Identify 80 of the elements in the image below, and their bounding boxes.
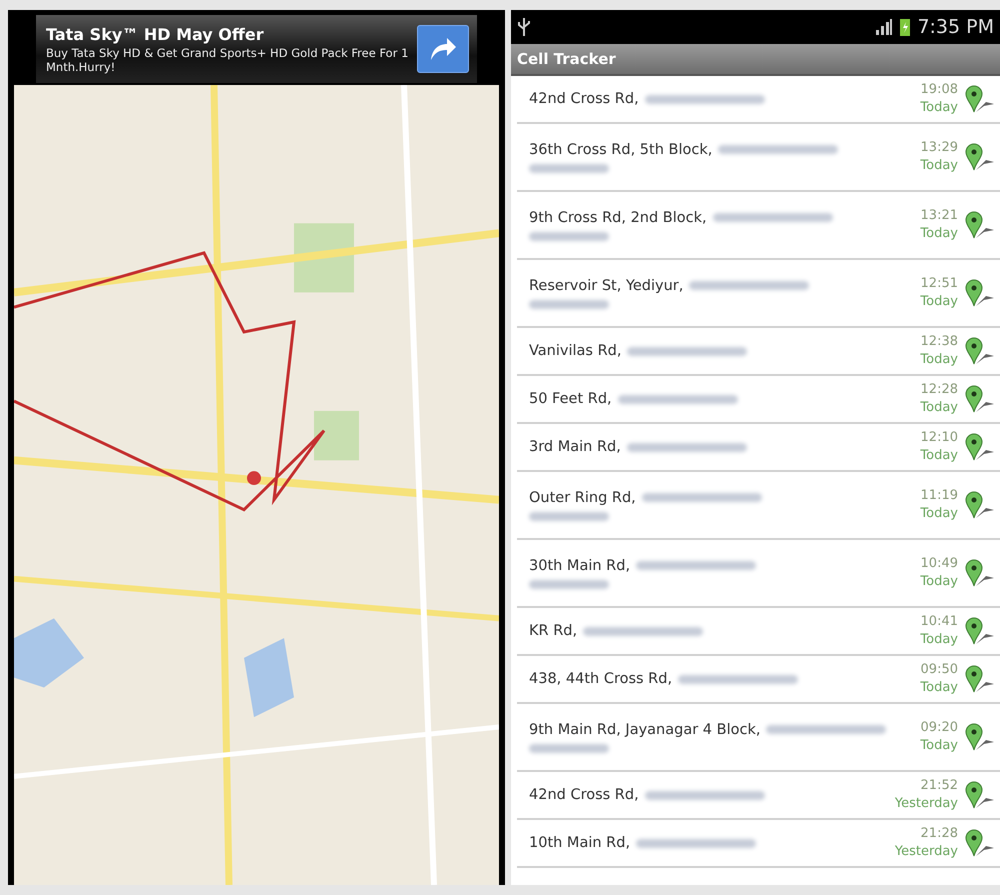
day-text: Today [920,225,958,243]
day-text: Yesterday [894,843,958,861]
address-text: Reservoir St, Yediyur, [529,278,684,294]
address-text: 42nd Cross Rd, [529,787,639,803]
location-row[interactable]: 42nd Cross Rd, 19:08 Today [517,76,1000,124]
usb-icon [517,17,531,37]
address-text: Vanivilas Rd, [529,343,622,359]
map-pin-icon [964,664,994,694]
location-row[interactable]: 50 Feet Rd, 12:28 Today [517,376,1000,424]
day-text: Today [920,399,958,417]
time-text: 13:21 [920,207,958,225]
map-pin-icon [964,828,994,858]
address-text: 42nd Cross Rd, [529,91,639,107]
location-row[interactable]: Vanivilas Rd, 12:38 Today [517,328,1000,376]
day-text: Today [920,447,958,465]
map-pin-icon [964,142,994,172]
share-arrow-icon [428,36,458,62]
map-pin-icon [964,210,994,240]
time-text: 12:28 [920,381,958,399]
address-text: 36th Cross Rd, 5th Block, [529,142,712,158]
address-text: 9th Main Rd, Jayanagar 4 Block, [529,722,760,738]
time-text: 19:08 [920,81,958,99]
day-text: Today [920,351,958,369]
day-text: Today [920,679,958,697]
map-pin-icon [964,384,994,414]
day-text: Today [920,505,958,523]
day-text: Today [920,573,958,591]
address-text: 438, 44th Cross Rd, [529,671,672,687]
time-text: 21:52 [920,777,958,795]
map-pin-icon [964,336,994,366]
address-text: 50 Feet Rd, [529,391,612,407]
location-row[interactable]: 9th Cross Rd, 2nd Block, 13:21 Today [517,192,1000,260]
map-pin-icon [964,780,994,810]
time-text: 12:38 [920,333,958,351]
time-text: 13:29 [920,139,958,157]
address-text: 3rd Main Rd, [529,439,621,455]
time-text: 12:51 [920,275,958,293]
map-pin-icon [964,490,994,520]
location-row[interactable]: 36th Cross Rd, 5th Block, 13:29 Today [517,124,1000,192]
battery-icon [899,17,912,37]
time-text: 09:20 [920,719,958,737]
time-text: 09:50 [920,661,958,679]
time-text: 12:10 [920,429,958,447]
location-row[interactable]: 42nd Cross Rd, 21:52 Yesterday [517,772,1000,820]
map-pin-icon [964,84,994,114]
address-text: 10th Main Rd, [529,835,630,851]
ad-banner[interactable]: Tata Sky™ HD May Offer Buy Tata Sky HD & Get Grand Sports+ HD Gold Pack Free For 1 Mnth.Hurry! [36,15,477,83]
map-pin-icon [964,432,994,462]
map-pin-icon [964,558,994,588]
time-text: 11:19 [920,487,958,505]
ad-text: Buy Tata Sky HD & Get Grand Sports+ HD Gold Pack Free For 1 Mnth.Hurry! [46,46,409,74]
day-text: Today [920,737,958,755]
day-text: Today [920,631,958,649]
map-pin-icon [964,278,994,308]
location-row[interactable]: 3rd Main Rd, 12:10 Today [517,424,1000,472]
time-text: 21:28 [920,825,958,843]
day-text: Yesterday [894,795,958,813]
day-text: Today [920,157,958,175]
address-text: 30th Main Rd, [529,558,630,574]
day-text: Today [920,99,958,117]
address-text: KR Rd, [529,623,578,639]
time-text: 10:41 [920,613,958,631]
app-title: Cell Tracker [517,50,616,68]
day-text: Today [920,293,958,311]
signal-icon [875,18,894,36]
clock: 7:35 PM [917,16,994,38]
location-row[interactable]: 438, 44th Cross Rd, 09:50 Today [517,656,1000,704]
location-row[interactable]: 9th Main Rd, Jayanagar 4 Block, 09:20 Today [517,704,1000,772]
location-row[interactable]: 30th Main Rd, 10:49 Today [517,540,1000,608]
address-text: 9th Cross Rd, 2nd Block, [529,210,707,226]
location-row[interactable]: Reservoir St, Yediyur, 12:51 Today [517,260,1000,328]
map-pin-icon [964,722,994,752]
share-button[interactable] [417,25,469,73]
location-row[interactable]: Outer Ring Rd, 11:19 Today [517,472,1000,540]
location-row[interactable]: 10th Main Rd, 21:28 Yesterday [517,820,1000,868]
time-text: 10:49 [920,555,958,573]
map-pin-icon [964,616,994,646]
ad-title: Tata Sky™ HD May Offer [46,24,265,44]
address-text: Outer Ring Rd, [529,490,636,506]
location-row[interactable]: KR Rd, 10:41 Today [517,608,1000,656]
